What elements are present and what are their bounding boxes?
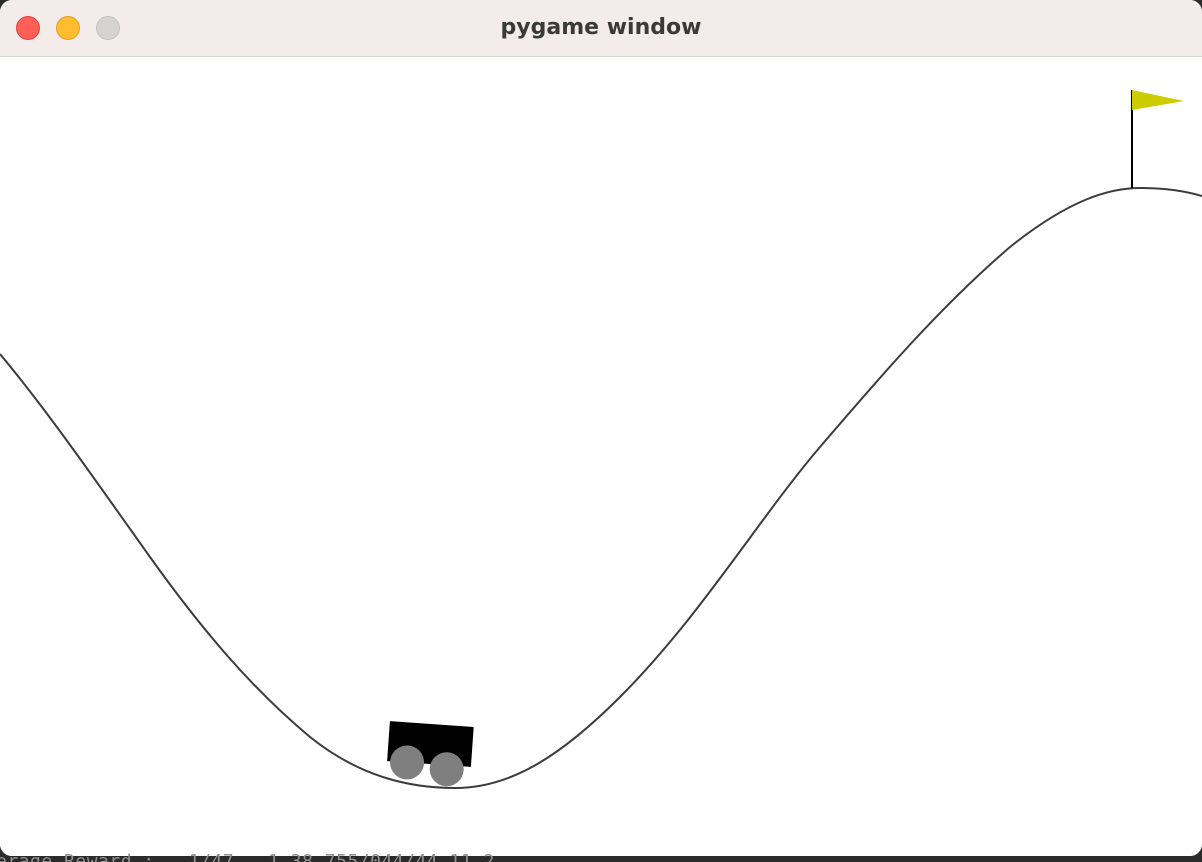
terminal-output-strip: erage Reward : 1/47, 1.38,755/044/44,11.… — [0, 849, 1202, 862]
window-title: pygame window — [500, 15, 702, 40]
terminal-output-text: erage Reward : 1/47, 1.38,755/044/44,11.… — [0, 851, 495, 862]
game-canvas — [0, 57, 1202, 856]
title-bar[interactable]: pygame window — [0, 0, 1202, 57]
pygame-window: pygame window — [0, 0, 1202, 856]
game-background — [0, 57, 1202, 856]
